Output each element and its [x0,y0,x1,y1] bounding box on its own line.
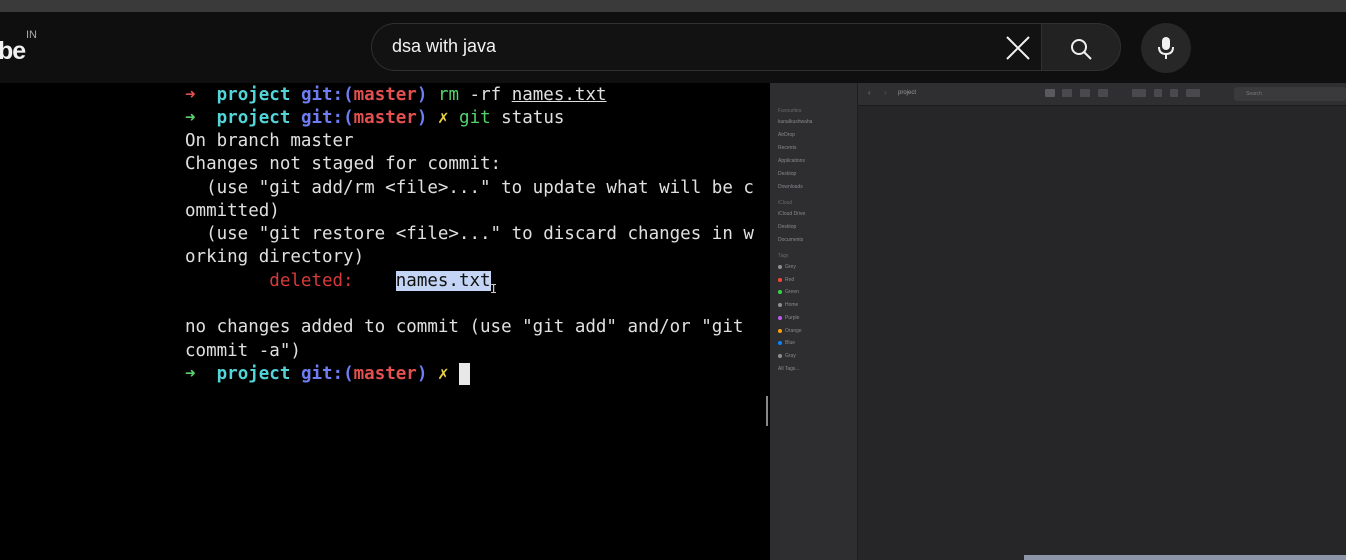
tag-dot-icon [778,289,782,294]
git-label: git:( [300,85,354,105]
sidebar-tag[interactable]: Blue [778,340,795,346]
deleted-label: deleted: [269,271,354,291]
sidebar-tag[interactable]: Green [778,289,799,295]
sidebar-item[interactable]: kunalkushwaha [778,119,812,125]
command-file: names.txt [511,85,607,105]
voice-search-button[interactable] [1141,23,1191,73]
sidebar-tag[interactable]: Orange [778,328,802,334]
browser-top-strip [0,0,1346,12]
finder-window: Favourites kunalkushwaha AirDrop Recents… [770,83,1346,560]
command-name: rm [437,85,460,105]
search-input[interactable]: dsa with java [392,36,496,57]
output-line: (use "git restore <file>..." to discard … [185,224,754,244]
command-args: -rf [459,85,512,105]
search-box[interactable]: dsa with java [371,23,1041,71]
git-label: git:( [300,108,354,128]
more-actions-icon[interactable] [1186,89,1200,97]
git-label-close: ) [416,108,428,128]
branch-name: master [353,85,417,105]
youtube-header: be IN dsa with java [0,12,1346,83]
sidebar-tag[interactable]: Gray [778,353,796,359]
column-view-icon[interactable] [1080,89,1090,97]
output-line: ommitted) [185,201,280,221]
search-button[interactable] [1041,23,1121,71]
branch-name: master [353,364,417,384]
list-view-icon[interactable] [1062,89,1072,97]
thumbnail-edge [1024,555,1346,560]
output-line: orking directory) [185,247,365,267]
tag-dot-icon [778,328,782,333]
prompt-arrow: ➜ [185,85,196,105]
prompt-line-3: ➜ project git:(master) ✗ [185,363,471,386]
output-line: no changes added to commit (use "git add… [185,317,744,337]
finder-toolbar: ‹ › project Search [858,83,1346,106]
sidebar-tag[interactable]: Purple [778,315,799,321]
output-line: On branch master [185,131,354,151]
mic-icon [1158,37,1174,59]
sidebar-item[interactable]: iCloud Drive [778,211,805,217]
finder-sidebar: Favourites kunalkushwaha AirDrop Recents… [770,83,858,560]
sidebar-item[interactable]: AirDrop [778,132,795,138]
close-icon [1006,36,1030,60]
terminal-cursor [459,363,471,385]
terminal-window[interactable]: ➜ project git:(master) rm -rf names.txt … [0,83,770,560]
prompt-arrow: ➜ [185,364,196,384]
finder-search-field[interactable]: Search [1234,87,1346,101]
command-name: git [459,108,491,128]
region-label: IN [26,29,37,41]
prompt-dir: project [216,108,291,128]
prompt-arrow: ➜ [185,108,196,128]
tag-dot-icon [778,340,782,345]
dirty-mark: ✗ [437,108,449,128]
icon-view-icon[interactable] [1045,89,1055,97]
tag-dot-icon [778,315,782,320]
git-label-close: ) [416,364,428,384]
output-line: commit -a") [185,341,301,361]
sidebar-section-header: Favourites [778,108,802,114]
sidebar-tag[interactable]: Red [778,277,794,283]
deleted-line: deleted: names.txt [185,270,491,293]
sidebar-item[interactable]: Documents [778,237,803,243]
sidebar-section-header: Tags [778,253,789,259]
tag-dot-icon [778,353,782,358]
prompt-dir: project [216,85,291,105]
sidebar-item[interactable]: Downloads [778,184,803,190]
dirty-mark: ✗ [437,364,449,384]
command-args: status [490,108,565,128]
tag-dot-icon [778,264,782,269]
git-label-close: ) [416,85,428,105]
sidebar-all-tags[interactable]: All Tags... [778,366,800,372]
sidebar-item[interactable]: Recents [778,145,796,151]
sidebar-tag[interactable]: Grey [778,264,796,270]
branch-name: master [353,108,417,128]
prompt-line-1: ➜ project git:(master) rm -rf names.txt [185,84,607,107]
clear-search-icon[interactable] [1004,34,1032,62]
prompt-line-2: ➜ project git:(master) ✗ git status [185,107,564,130]
share-icon[interactable] [1154,89,1162,97]
tag-dot-icon [778,302,782,307]
git-label: git:( [300,364,354,384]
search-icon [1071,39,1092,60]
sidebar-section-header: iCloud [778,200,793,206]
finder-title: project [898,90,917,96]
sidebar-tag[interactable]: Home [778,302,798,308]
output-line: (use "git add/rm <file>..." to update wh… [185,178,754,198]
back-icon[interactable]: ‹ [868,88,871,97]
text-cursor-icon: I [490,282,498,296]
group-icon[interactable] [1132,89,1146,97]
gallery-view-icon[interactable] [1098,89,1108,97]
selected-filename[interactable]: names.txt [395,271,491,291]
sidebar-item[interactable]: Desktop [778,224,796,230]
prompt-dir: project [216,364,291,384]
tag-icon[interactable] [1170,89,1178,97]
pane-splitter[interactable] [766,396,768,426]
forward-icon[interactable]: › [884,88,887,97]
tag-dot-icon [778,277,782,282]
sidebar-item[interactable]: Applications [778,158,805,164]
sidebar-item[interactable]: Desktop [778,171,796,177]
youtube-logo[interactable]: be [0,37,26,66]
output-line: Changes not staged for commit: [185,154,502,174]
